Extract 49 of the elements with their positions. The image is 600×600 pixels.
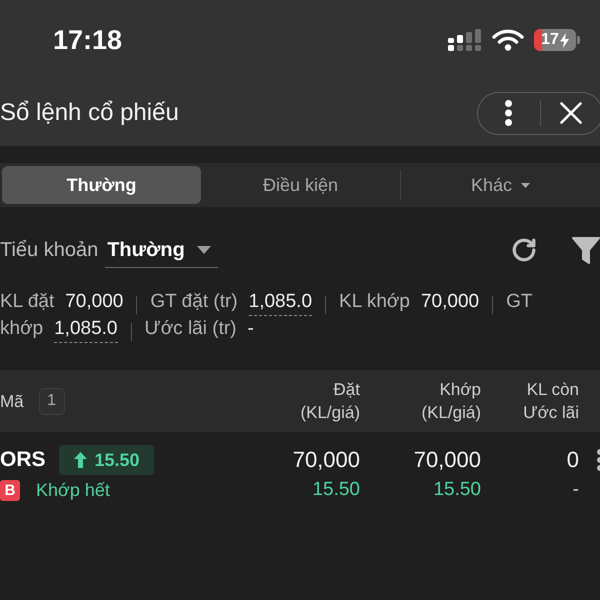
more-vertical-icon[interactable]	[596, 449, 600, 471]
bolt-icon	[560, 32, 569, 48]
summary-value: 70,000	[65, 291, 124, 313]
column-header: KL còn	[526, 379, 579, 401]
order-side-tag: B	[0, 480, 20, 500]
summary-label: KL khớp	[339, 291, 410, 313]
column-header: (KL/giá)	[421, 402, 481, 424]
column-header: Mã	[0, 390, 24, 412]
refresh-icon	[511, 237, 537, 263]
column-header: Ước lãi	[523, 402, 579, 424]
column-header: Khớp	[440, 379, 481, 401]
table-cell-text: 15.50	[433, 478, 481, 502]
tab[interactable]: Khác	[401, 166, 600, 204]
wifi-icon	[492, 29, 524, 51]
table-cell-text: 0	[566, 446, 579, 474]
signal-icon	[448, 29, 482, 51]
page-title: Sổ lệnh cổ phiếu	[0, 99, 179, 127]
caret-down-icon	[196, 246, 211, 254]
battery-percentage: 17	[541, 32, 559, 48]
stock-symbol: ORS	[0, 448, 46, 472]
refresh-button[interactable]	[511, 237, 537, 263]
order-status: Khớp hết	[36, 480, 110, 500]
caret-down-icon	[521, 182, 530, 188]
summary-label: GT	[506, 291, 532, 313]
close-icon	[560, 102, 582, 124]
table-cell-text: -	[572, 478, 579, 502]
summary-value: 1,085.0	[248, 291, 312, 316]
status-time: 17:18	[53, 26, 122, 54]
filter-button[interactable]	[572, 236, 600, 264]
order-count: 1	[38, 388, 65, 414]
summary-label: KL đặt	[0, 291, 54, 313]
summary-value: 1,085.0	[54, 318, 118, 343]
column-header: Đặt	[334, 379, 360, 401]
summary-label: khớp	[0, 318, 44, 340]
summary-value: -	[248, 318, 254, 340]
account-select[interactable]: Thường	[105, 238, 218, 268]
summary-value: 70,000	[420, 291, 480, 313]
table-cell-text: 70,000	[414, 446, 481, 474]
summary-label: Ước lãi (tr)	[144, 318, 237, 340]
tab[interactable]: Thường	[2, 166, 201, 204]
price-change-value: 15.50	[94, 450, 140, 470]
table-cell-text: 70,000	[292, 446, 360, 474]
column-header: (KL/giá)	[300, 402, 360, 424]
account-label: Tiểu khoản	[0, 238, 98, 262]
more-vertical-icon	[505, 100, 512, 126]
tab[interactable]: Điều kiện	[201, 166, 400, 204]
filter-icon	[572, 236, 600, 264]
table-cell-text: 15.50	[312, 478, 360, 502]
summary-label: GT đặt (tr)	[150, 291, 238, 313]
